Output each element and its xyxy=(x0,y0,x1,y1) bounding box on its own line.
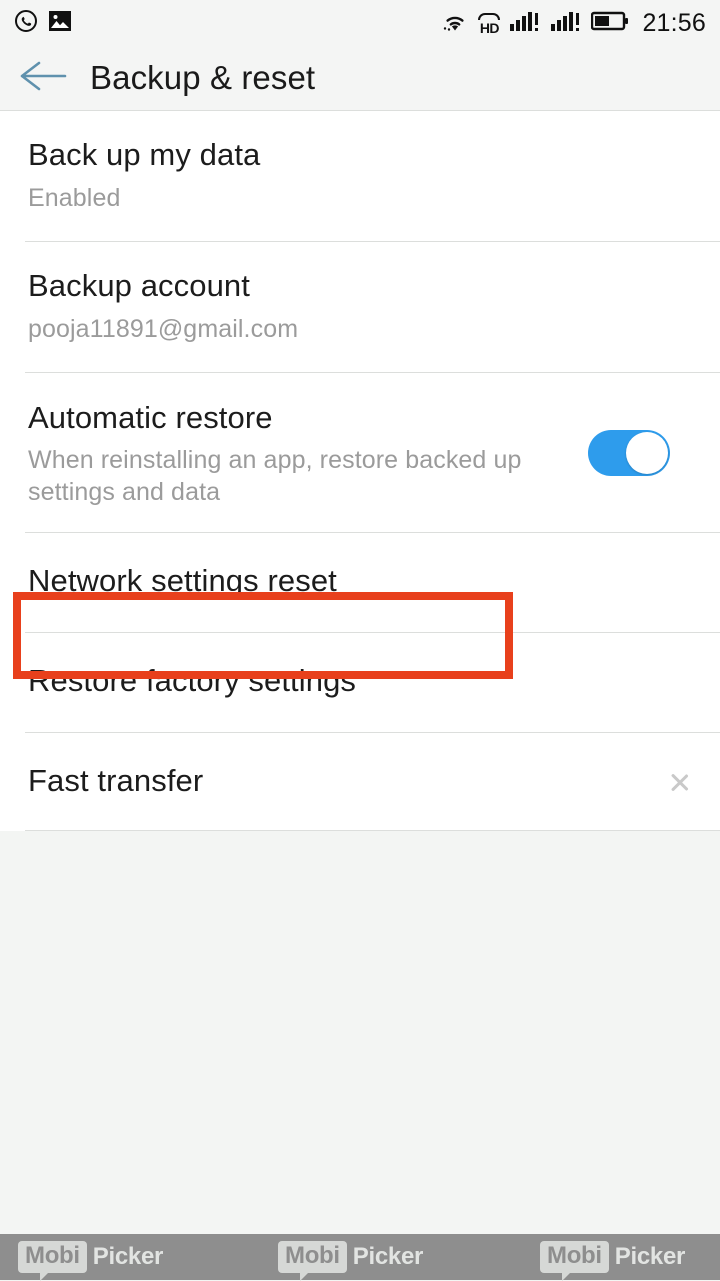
list-item-automatic-restore[interactable]: Automatic restore When reinstalling an a… xyxy=(0,372,720,533)
page-title: Backup & reset xyxy=(90,59,316,96)
hd-volte-icon: HD xyxy=(478,13,501,35)
list-item-subtitle: When reinstalling an app, restore backed… xyxy=(28,446,522,507)
watermark-text: Picker xyxy=(92,1243,164,1271)
back-arrow-icon xyxy=(17,58,69,99)
list-item-title: Back up my data xyxy=(28,137,261,172)
list-item-fast-transfer[interactable]: Fast transfer xyxy=(0,732,720,830)
list-item-subtitle: pooja11891@gmail.com xyxy=(28,314,299,343)
list-item-title: Restore factory settings xyxy=(28,663,357,698)
battery-icon xyxy=(591,10,629,37)
list-item-back-up-my-data[interactable]: Back up my data Enabled xyxy=(0,111,720,241)
app-bar: Backup & reset xyxy=(0,46,720,110)
photo-icon xyxy=(48,10,72,37)
list-item-subtitle: Enabled xyxy=(28,183,121,212)
automatic-restore-toggle[interactable] xyxy=(588,430,670,477)
chevron-right-icon xyxy=(670,762,692,800)
status-bar-right-icons: HD 21:56 xyxy=(441,9,706,38)
toggle-knob xyxy=(626,432,668,475)
watermark-bar: Mobi Picker Mobi Picker Mobi Picker xyxy=(0,1234,720,1281)
status-bar: HD 21:56 xyxy=(0,0,720,46)
watermark-logo: Mobi Picker xyxy=(18,1239,164,1281)
wifi-icon xyxy=(441,10,469,37)
watermark-badge: Mobi xyxy=(278,1241,347,1281)
phone-screen: HD 21:56 Backup & reset Back up my data … xyxy=(0,0,720,1281)
watermark-badge: Mobi xyxy=(18,1241,87,1281)
list-item-title: Backup account xyxy=(28,267,250,303)
divider xyxy=(25,829,720,831)
back-button[interactable] xyxy=(0,46,86,110)
watermark-logo: Mobi Picker xyxy=(278,1239,424,1281)
list-item-restore-factory-settings[interactable]: Restore factory settings xyxy=(0,633,720,732)
list-item-title: Fast transfer xyxy=(28,762,204,798)
status-bar-clock: 21:56 xyxy=(642,8,706,37)
watermark-logo: Mobi Picker xyxy=(540,1239,686,1281)
list-item-backup-account[interactable]: Backup account pooja11891@gmail.com xyxy=(0,241,720,372)
list-item-title: Automatic restore xyxy=(28,399,273,435)
watermark-text: Picker xyxy=(614,1243,686,1271)
status-bar-left-icons xyxy=(14,9,72,38)
watermark-text: Picker xyxy=(352,1243,424,1271)
whatsapp-icon xyxy=(14,9,38,38)
watermark-badge: Mobi xyxy=(540,1241,609,1281)
list-item-network-settings-reset[interactable]: Network settings reset xyxy=(0,533,720,632)
settings-list: Back up my data Enabled Backup account p… xyxy=(0,110,720,831)
signal-sim1-icon xyxy=(509,9,541,38)
list-item-title: Network settings reset xyxy=(28,563,337,599)
signal-sim2-icon xyxy=(550,9,582,38)
